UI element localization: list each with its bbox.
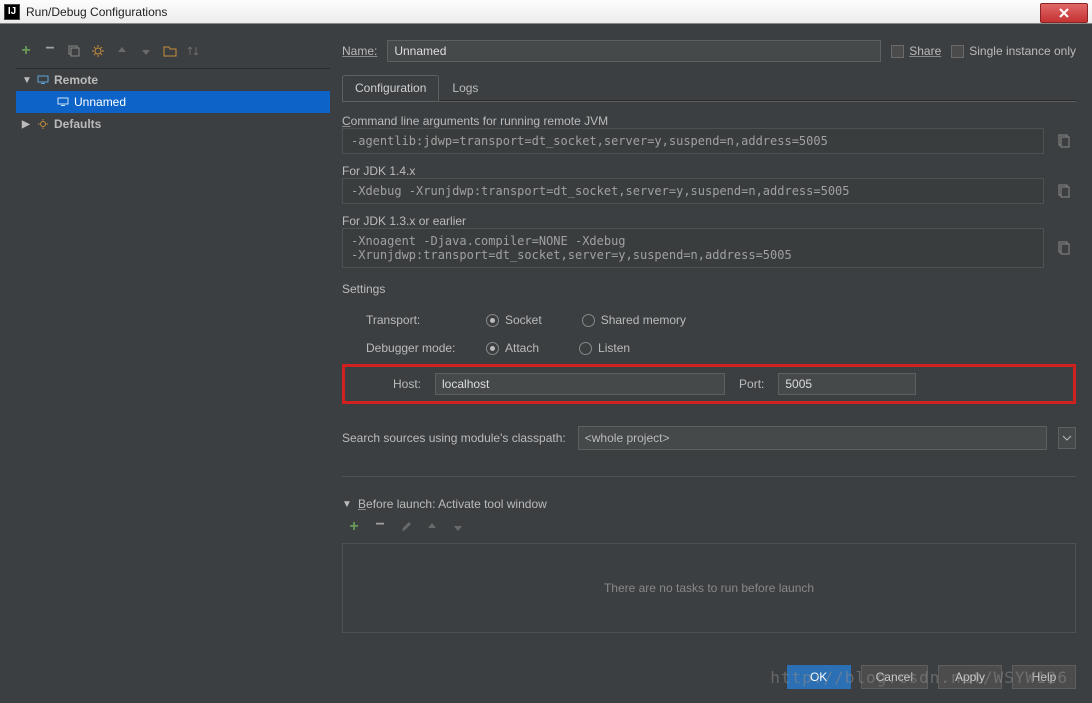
debugger-listen-radio[interactable]: Listen bbox=[579, 341, 630, 355]
chevron-down-icon: ▼ bbox=[22, 75, 32, 86]
transport-socket-radio[interactable]: Socket bbox=[486, 313, 542, 327]
chevron-down-icon bbox=[1062, 433, 1072, 443]
copy-icon bbox=[1056, 183, 1072, 199]
apply-button[interactable]: Apply bbox=[938, 665, 1002, 689]
tab-logs[interactable]: Logs bbox=[439, 75, 491, 101]
copy-button[interactable] bbox=[1052, 228, 1076, 268]
jdk14-field[interactable]: -Xdebug -Xrunjdwp:transport=dt_socket,se… bbox=[342, 178, 1044, 204]
tree-remote-label: Remote bbox=[54, 73, 98, 87]
jdk13-field[interactable]: -Xnoagent -Djava.compiler=NONE -Xdebug -… bbox=[342, 228, 1044, 268]
cancel-button[interactable]: Cancel bbox=[861, 665, 928, 689]
cmd-args-field[interactable]: -agentlib:jdwp=transport=dt_socket,serve… bbox=[342, 128, 1044, 154]
classpath-label: Search sources using module's classpath: bbox=[342, 431, 566, 445]
settings-icon[interactable] bbox=[90, 43, 106, 59]
tree-remote[interactable]: ▼ Remote bbox=[16, 69, 330, 91]
tree-unnamed[interactable]: Unnamed bbox=[16, 91, 330, 113]
before-tasks-list: There are no tasks to run before launch bbox=[342, 543, 1076, 633]
close-icon bbox=[1058, 7, 1070, 19]
before-edit-icon[interactable] bbox=[398, 519, 414, 535]
move-up-icon[interactable] bbox=[114, 43, 130, 59]
close-button[interactable] bbox=[1040, 3, 1088, 23]
share-label: Share bbox=[909, 44, 941, 58]
left-toolbar: + − bbox=[16, 38, 330, 64]
dialog-buttons: OK Cancel Apply Help bbox=[16, 665, 1076, 689]
classpath-value: <whole project> bbox=[585, 431, 670, 445]
tree-unnamed-label: Unnamed bbox=[74, 95, 126, 109]
left-pane: + − ▼ Remote bbox=[16, 38, 330, 649]
settings-title: Settings bbox=[342, 282, 1076, 296]
help-button[interactable]: Help bbox=[1012, 665, 1076, 689]
app-icon: IJ bbox=[4, 4, 20, 20]
before-launch-header[interactable]: ▼ Before launch: Activate tool window Be… bbox=[342, 497, 1076, 511]
copy-icon bbox=[1056, 133, 1072, 149]
tabs: Configuration Logs bbox=[342, 74, 1076, 101]
port-label: Port: bbox=[739, 377, 764, 391]
gear-icon bbox=[36, 117, 50, 131]
titlebar: IJ Run/Debug Configurations bbox=[0, 0, 1092, 24]
copy-button[interactable] bbox=[1052, 128, 1076, 154]
name-input[interactable] bbox=[387, 40, 881, 62]
window-title: Run/Debug Configurations bbox=[26, 5, 167, 19]
jdk13-label: For JDK 1.3.x or earlier bbox=[342, 214, 1076, 228]
tree-defaults-label: Defaults bbox=[54, 117, 101, 131]
remove-icon[interactable]: − bbox=[42, 41, 58, 57]
chevron-right-icon: ▶ bbox=[22, 119, 32, 130]
right-pane: Name: Share Single instance only Configu… bbox=[342, 38, 1076, 649]
classpath-dropdown-button[interactable] bbox=[1058, 427, 1076, 449]
classpath-combo[interactable]: <whole project> bbox=[578, 426, 1047, 450]
before-empty-text: There are no tasks to run before launch bbox=[604, 581, 814, 595]
ok-button[interactable]: OK bbox=[787, 665, 851, 689]
transport-shared-radio[interactable]: Shared memory bbox=[582, 313, 686, 327]
move-down-icon[interactable] bbox=[138, 43, 154, 59]
transport-label: Transport: bbox=[366, 313, 466, 327]
copy-config-icon[interactable] bbox=[66, 43, 82, 59]
add-icon[interactable]: + bbox=[18, 43, 34, 59]
tab-configuration[interactable]: Configuration bbox=[342, 75, 439, 101]
folder-icon[interactable] bbox=[162, 43, 178, 59]
remote-icon bbox=[36, 73, 50, 87]
jdk14-label: For JDK 1.4.x bbox=[342, 164, 1076, 178]
single-instance-checkbox[interactable]: Single instance only bbox=[951, 44, 1076, 58]
before-up-icon[interactable] bbox=[424, 519, 440, 535]
debugger-mode-label: Debugger mode: bbox=[366, 341, 466, 355]
cmd-label: CCommand line arguments for running remo… bbox=[342, 114, 1076, 128]
sort-icon[interactable] bbox=[186, 43, 202, 59]
host-input[interactable] bbox=[435, 373, 725, 395]
host-port-highlight: Host: Port: bbox=[342, 364, 1076, 404]
single-instance-label: Single instance only bbox=[969, 44, 1076, 58]
before-remove-icon[interactable]: − bbox=[372, 517, 388, 533]
copy-icon bbox=[1056, 240, 1072, 256]
before-add-icon[interactable]: + bbox=[346, 519, 362, 535]
config-tree[interactable]: ▼ Remote Unnamed ▶ Defaults bbox=[16, 68, 330, 649]
tree-defaults[interactable]: ▶ Defaults bbox=[16, 113, 330, 135]
debugger-attach-radio[interactable]: Attach bbox=[486, 341, 539, 355]
before-down-icon[interactable] bbox=[450, 519, 466, 535]
chevron-down-icon: ▼ bbox=[342, 499, 352, 510]
host-label: Host: bbox=[393, 377, 421, 391]
port-input[interactable] bbox=[778, 373, 916, 395]
copy-button[interactable] bbox=[1052, 178, 1076, 204]
separator bbox=[342, 476, 1076, 477]
share-checkbox[interactable]: Share bbox=[891, 44, 941, 58]
name-label: Name: bbox=[342, 44, 377, 58]
remote-icon bbox=[56, 95, 70, 109]
